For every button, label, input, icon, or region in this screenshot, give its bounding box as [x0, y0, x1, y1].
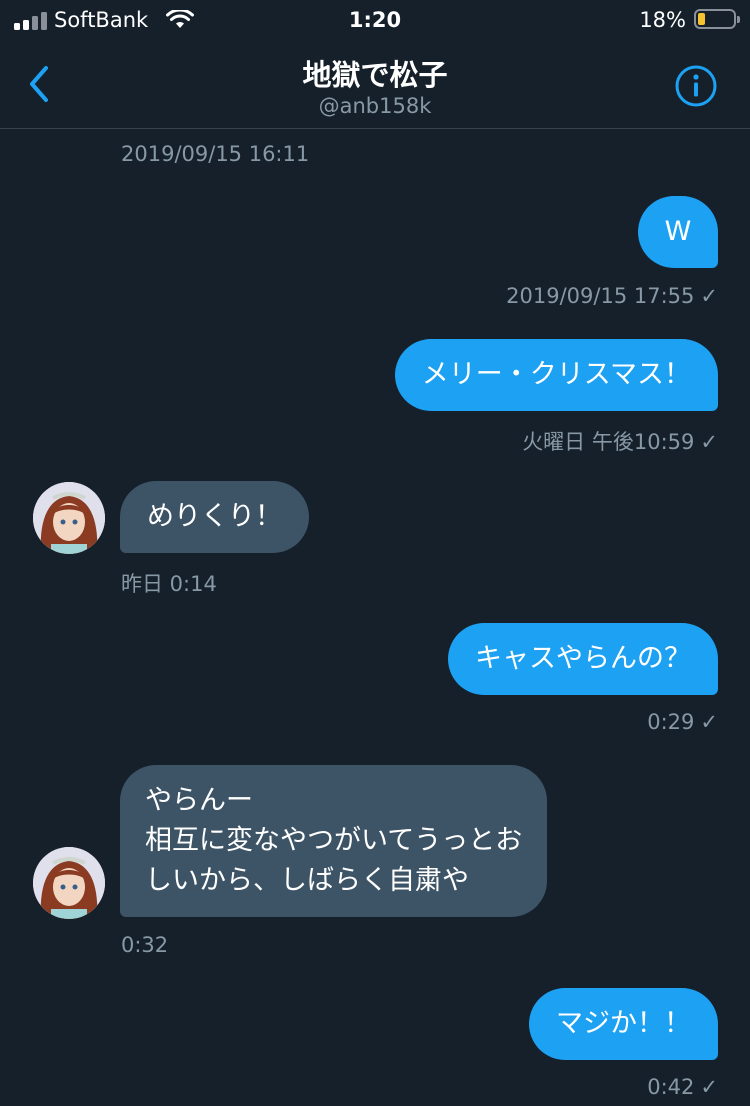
read-check-icon: ✓	[700, 430, 718, 454]
status-time: 1:20	[348, 8, 402, 32]
message-text: キャスやらんの？	[475, 643, 691, 674]
message-bubble-outgoing[interactable]: キャスやらんの？	[448, 623, 718, 695]
message-text: マジか！！	[556, 1008, 691, 1039]
message-timestamp: 0:32	[121, 933, 169, 957]
message-bubble-outgoing[interactable]: メリー・クリスマス！	[394, 339, 718, 411]
avatar-image	[33, 847, 105, 919]
conversation-title[interactable]: 地獄で松子	[0, 52, 750, 94]
message-bubble-incoming[interactable]: めりくり！	[120, 481, 309, 553]
message-bubble-incoming[interactable]: やらんー 相互に変なやつがいてうっとお しいから、しばらく自粛や	[120, 765, 548, 917]
message-timestamp: 2019/09/15 17:55 ✓	[506, 284, 718, 308]
avatar[interactable]	[33, 847, 105, 919]
message-text: メリー・クリスマス！	[421, 359, 691, 390]
battery-percentage: 18%	[639, 8, 686, 32]
read-check-icon: ✓	[700, 284, 718, 308]
message-text: W	[664, 216, 692, 247]
message-text-line: 相互に変なやつがいてうっとお	[145, 825, 523, 856]
message-timestamp: 0:42 ✓	[647, 1075, 718, 1099]
message-text-line: しいから、しばらく自粛や	[145, 865, 469, 896]
message-timestamp: 火曜日 午後10:59 ✓	[522, 430, 718, 454]
read-check-icon: ✓	[700, 1075, 718, 1099]
avatar[interactable]	[33, 482, 105, 554]
message-timestamp: 昨日 0:14	[121, 572, 217, 596]
message-bubble-outgoing[interactable]: マジか！！	[529, 988, 718, 1060]
status-bar: SoftBank 1:20 18%	[0, 0, 750, 42]
read-check-icon: ✓	[700, 710, 718, 734]
message-text-line: やらんー	[145, 785, 253, 816]
message-bubble-outgoing[interactable]: W	[638, 196, 718, 268]
info-icon[interactable]	[674, 64, 718, 108]
avatar-image	[33, 482, 105, 554]
conversation-header: 地獄で松子 @anb158k	[0, 42, 750, 129]
message-timestamp: 2019/09/15 16:11	[121, 142, 310, 166]
message-timestamp: 0:29 ✓	[647, 710, 718, 734]
message-text: めりくり！	[147, 501, 282, 532]
battery-icon	[694, 9, 740, 29]
conversation-handle: @anb158k	[318, 94, 432, 118]
